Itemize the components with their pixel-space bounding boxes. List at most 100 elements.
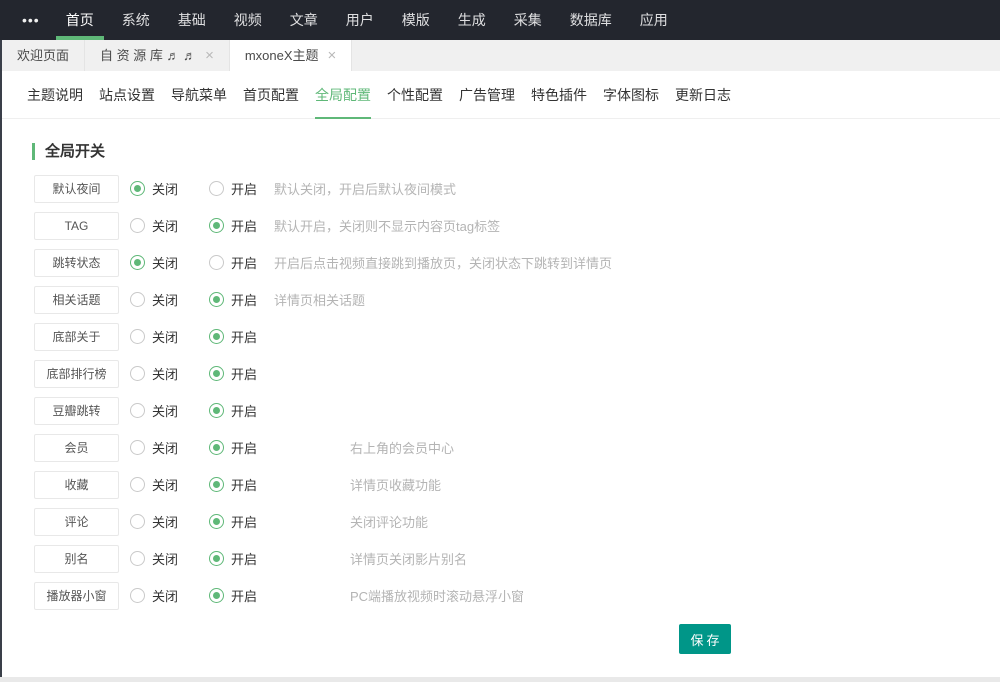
radio-off[interactable]: 关闭 <box>130 586 188 605</box>
setting-description: 关闭评论功能 <box>350 512 428 531</box>
subnav-tab[interactable]: 导航菜单 <box>171 85 227 118</box>
radio-circle-icon <box>130 366 145 381</box>
setting-label-button[interactable]: TAG <box>34 212 119 240</box>
radio-circle-icon <box>209 366 224 381</box>
workspace: 欢迎页面 × 自 资 源 库 ♬ ♬ × mxoneX主题 × 主题说明站点设置… <box>0 40 1000 677</box>
setting-row: 豆瓣跳转 关闭 开启 <box>2 392 1000 429</box>
close-icon[interactable]: × <box>205 48 214 63</box>
radio-on[interactable]: 开启 <box>209 364 257 383</box>
subnav-tab[interactable]: 字体图标 <box>603 85 659 118</box>
radio-on-label: 开启 <box>231 327 257 346</box>
subnav-tab[interactable]: 个性配置 <box>387 85 443 118</box>
setting-description: 默认开启，关闭则不显示内容页tag标签 <box>274 216 500 235</box>
radio-circle-icon <box>130 218 145 233</box>
radio-on[interactable]: 开启 <box>209 586 257 605</box>
top-nav-item[interactable]: 视频 <box>224 0 272 40</box>
radio-off[interactable]: 关闭 <box>130 179 188 198</box>
radio-on[interactable]: 开启 <box>209 179 257 198</box>
top-nav-item[interactable]: 用户 <box>336 0 384 40</box>
setting-label-button[interactable]: 别名 <box>34 545 119 573</box>
radio-on[interactable]: 开启 <box>209 290 257 309</box>
top-nav-item[interactable]: 应用 <box>630 0 678 40</box>
top-nav-item[interactable]: 系统 <box>112 0 160 40</box>
setting-label-button[interactable]: 底部关于 <box>34 323 119 351</box>
radio-circle-icon <box>209 218 224 233</box>
subnav-tab[interactable]: 主题说明 <box>27 85 83 118</box>
subnav-tab[interactable]: 特色插件 <box>531 85 587 118</box>
top-nav-item[interactable]: 生成 <box>448 0 496 40</box>
subnav-tab[interactable]: 更新日志 <box>675 85 731 118</box>
radio-on[interactable]: 开启 <box>209 327 257 346</box>
radio-on-label: 开启 <box>231 586 257 605</box>
page-tab-label: mxoneX主题 <box>245 40 319 71</box>
setting-description: 开启后点击视频直接跳到播放页，关闭状态下跳转到详情页 <box>274 253 612 272</box>
subnav-tab[interactable]: 首页配置 <box>243 85 299 118</box>
setting-description: 右上角的会员中心 <box>350 438 454 457</box>
setting-description: 默认关闭，开启后默认夜间模式 <box>274 179 456 198</box>
save-button[interactable]: 保存 <box>679 624 731 654</box>
radio-off[interactable]: 关闭 <box>130 253 188 272</box>
radio-on[interactable]: 开启 <box>209 512 257 531</box>
radio-circle-icon <box>209 292 224 307</box>
radio-off[interactable]: 关闭 <box>130 512 188 531</box>
radio-off[interactable]: 关闭 <box>130 290 188 309</box>
radio-circle-icon <box>130 588 145 603</box>
radio-circle-icon <box>209 329 224 344</box>
page-tab[interactable]: 欢迎页面 × <box>2 40 85 71</box>
setting-label-button[interactable]: 默认夜间 <box>34 175 119 203</box>
setting-row: 会员 关闭 开启 右上角的会员中心 <box>2 429 1000 466</box>
radio-circle-icon <box>209 588 224 603</box>
radio-off[interactable]: 关闭 <box>130 549 188 568</box>
radio-off-label: 关闭 <box>152 290 178 309</box>
setting-label-button[interactable]: 跳转状态 <box>34 249 119 277</box>
subnav-tab[interactable]: 站点设置 <box>99 85 155 118</box>
radio-off-label: 关闭 <box>152 401 178 420</box>
radio-on[interactable]: 开启 <box>209 549 257 568</box>
setting-label-button[interactable]: 相关话题 <box>34 286 119 314</box>
setting-row: 底部关于 关闭 开启 <box>2 318 1000 355</box>
radio-on[interactable]: 开启 <box>209 438 257 457</box>
setting-description: 详情页相关话题 <box>274 290 365 309</box>
top-nav-item[interactable]: 模版 <box>392 0 440 40</box>
radio-off[interactable]: 关闭 <box>130 364 188 383</box>
setting-row: 播放器小窗 关闭 开启 PC端播放视频时滚动悬浮小窗 <box>2 577 1000 614</box>
setting-label-button[interactable]: 评论 <box>34 508 119 536</box>
setting-label-button[interactable]: 收藏 <box>34 471 119 499</box>
top-nav-item[interactable]: 基础 <box>168 0 216 40</box>
radio-off[interactable]: 关闭 <box>130 216 188 235</box>
more-menu-icon[interactable]: ••• <box>22 0 40 40</box>
radio-on[interactable]: 开启 <box>209 401 257 420</box>
radio-off[interactable]: 关闭 <box>130 475 188 494</box>
top-nav-item[interactable]: 文章 <box>280 0 328 40</box>
radio-on[interactable]: 开启 <box>209 253 257 272</box>
setting-label-button[interactable]: 会员 <box>34 434 119 462</box>
radio-circle-icon <box>130 403 145 418</box>
setting-label-button[interactable]: 播放器小窗 <box>34 582 119 610</box>
page-tab[interactable]: mxoneX主题 × <box>230 40 352 71</box>
radio-on-label: 开启 <box>231 179 257 198</box>
top-nav-item[interactable]: 数据库 <box>560 0 622 40</box>
subnav-tab[interactable]: 广告管理 <box>459 85 515 118</box>
radio-off[interactable]: 关闭 <box>130 438 188 457</box>
setting-description: 详情页关闭影片别名 <box>350 549 467 568</box>
radio-on-label: 开启 <box>231 216 257 235</box>
radio-circle-icon <box>130 292 145 307</box>
radio-circle-icon <box>209 403 224 418</box>
radio-off[interactable]: 关闭 <box>130 327 188 346</box>
page-tab[interactable]: 自 资 源 库 ♬ ♬ × <box>85 40 230 71</box>
radio-on[interactable]: 开启 <box>209 216 257 235</box>
radio-off[interactable]: 关闭 <box>130 401 188 420</box>
top-nav-item[interactable]: 采集 <box>504 0 552 40</box>
setting-row: TAG 关闭 开启 默认开启，关闭则不显示内容页tag标签 <box>2 207 1000 244</box>
horizontal-scrollbar[interactable] <box>0 677 1000 682</box>
radio-circle-icon <box>209 514 224 529</box>
close-icon[interactable]: × <box>328 48 337 63</box>
setting-label-button[interactable]: 底部排行榜 <box>34 360 119 388</box>
setting-label-button[interactable]: 豆瓣跳转 <box>34 397 119 425</box>
page-tab-label: 欢迎页面 <box>17 40 69 71</box>
radio-off-label: 关闭 <box>152 512 178 531</box>
radio-on[interactable]: 开启 <box>209 475 257 494</box>
subnav-tab[interactable]: 全局配置 <box>315 85 371 119</box>
radio-off-label: 关闭 <box>152 586 178 605</box>
top-nav-item[interactable]: 首页 <box>56 0 104 40</box>
